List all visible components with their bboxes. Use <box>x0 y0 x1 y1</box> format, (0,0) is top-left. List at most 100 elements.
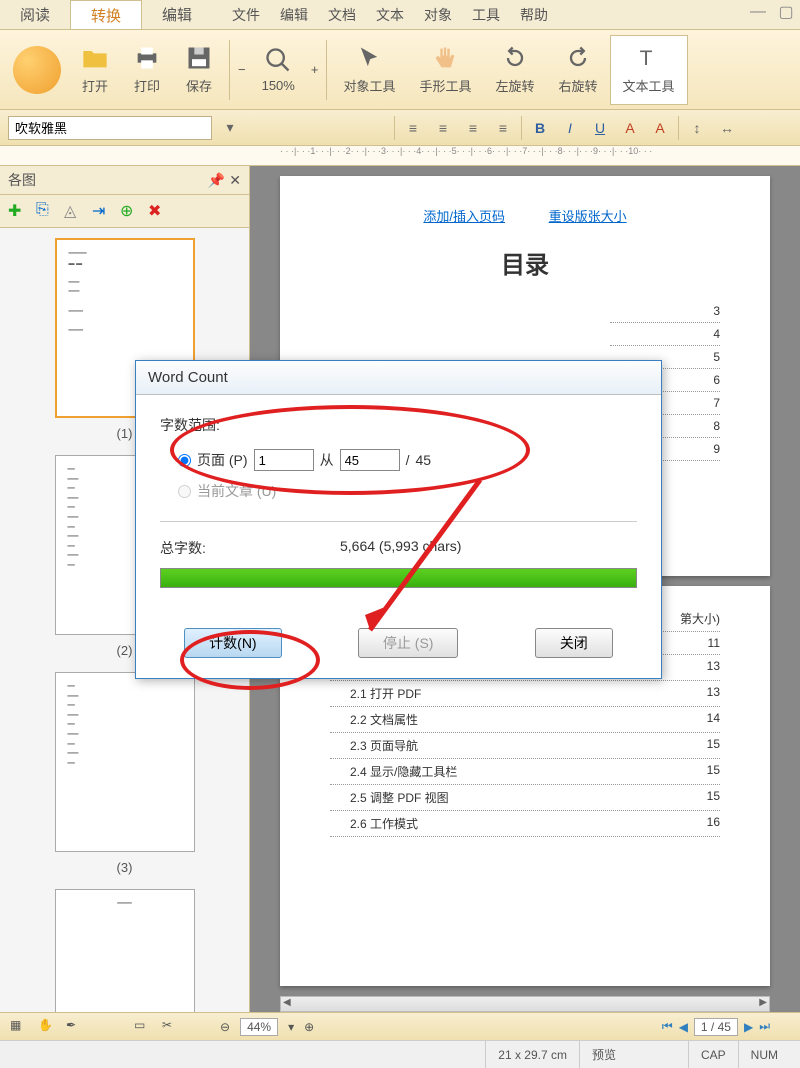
toc-num: 3 <box>610 300 720 323</box>
zoom-display[interactable]: 150% <box>250 35 307 105</box>
tab-read[interactable]: 阅读 <box>0 0 70 29</box>
page-size: 21 x 29.7 cm <box>485 1041 579 1068</box>
toc-line: 2.6 工作模式16 <box>330 811 720 837</box>
total-value: 5,664 (5,993 chars) <box>340 538 461 558</box>
save-button[interactable]: 保存 <box>173 35 225 105</box>
select-icon[interactable]: ▭ <box>134 1018 152 1036</box>
zoom-in-button[interactable]: + <box>307 58 323 81</box>
hand-icon[interactable]: ✋ <box>38 1018 56 1036</box>
close-icon[interactable]: ✕ <box>229 172 241 189</box>
from-input[interactable] <box>254 449 314 471</box>
stop-button: 停止 (S) <box>358 628 459 658</box>
toc-line: 2.3 页面导航15 <box>330 733 720 759</box>
bold-button[interactable]: B <box>528 116 552 140</box>
hand-icon <box>431 44 459 72</box>
export-icon[interactable]: ⇥ <box>92 201 112 221</box>
align-justify-icon[interactable]: ≡ <box>491 116 515 140</box>
subscript-button[interactable]: A <box>648 116 672 140</box>
menu-edit[interactable]: 编辑 <box>270 0 318 29</box>
toc-line: 2.5 调整 PDF 视图15 <box>330 785 720 811</box>
app-icon[interactable] <box>13 46 61 94</box>
folder-icon <box>81 44 109 72</box>
insert-icon[interactable]: ⊕ <box>120 201 140 221</box>
toc-line: 2.2 文档属性14 <box>330 707 720 733</box>
page-indicator[interactable]: 1 / 45 <box>694 1018 738 1036</box>
cursor-icon <box>355 44 383 72</box>
page-title: 目录 <box>330 245 720 280</box>
text-tool-button[interactable]: T 文本工具 <box>610 35 688 105</box>
menu-tools[interactable]: 工具 <box>462 0 510 29</box>
zoom-dropdown-icon[interactable]: ▾ <box>288 1020 294 1034</box>
open-button[interactable]: 打开 <box>69 35 121 105</box>
preview-label: 预览 <box>579 1041 628 1068</box>
next-page-icon[interactable]: ▶ <box>744 1020 753 1034</box>
snapshot-icon[interactable]: ✂ <box>162 1018 180 1036</box>
ruler: · · ·|· · ·1· · ·|· · ·2· · ·|· · ·3· · … <box>0 146 800 166</box>
rotate-right-button[interactable]: 右旋转 <box>546 35 609 105</box>
print-button[interactable]: 打印 <box>121 35 173 105</box>
count-button[interactable]: 计数(N) <box>184 628 281 658</box>
tab-edit[interactable]: 编辑 <box>142 0 212 29</box>
spacing-icon[interactable]: ↕ <box>685 116 709 140</box>
underline-button[interactable]: U <box>588 116 612 140</box>
to-input[interactable] <box>340 449 400 471</box>
rotate-right-icon <box>564 44 592 72</box>
rotate-left-button[interactable]: 左旋转 <box>483 35 546 105</box>
zoom-out-button[interactable]: − <box>234 58 250 81</box>
menu-help[interactable]: 帮助 <box>510 0 558 29</box>
italic-button[interactable]: I <box>558 116 582 140</box>
font-select[interactable] <box>8 116 212 140</box>
horizontal-scrollbar[interactable] <box>280 996 770 1012</box>
last-page-icon[interactable]: ⏭ <box>759 1019 770 1034</box>
extract-icon[interactable]: ◬ <box>64 201 84 221</box>
progress-bar <box>160 568 637 588</box>
save-icon <box>185 44 213 72</box>
top-tabs: 阅读 转换 编辑 文件 编辑 文档 文本 对象 工具 帮助 — ▢ <box>0 0 800 30</box>
align-center-icon[interactable]: ≡ <box>431 116 455 140</box>
minimize-button[interactable]: — <box>744 0 772 24</box>
link-add-page[interactable]: 添加/插入页码 <box>423 209 505 224</box>
add-icon[interactable]: ✚ <box>8 201 28 221</box>
main-toolbar: 打开 打印 保存 − 150% + 对象工具 手形工具 左旋转 右旋转 T 文本… <box>0 30 800 110</box>
bottom-toolbar: ▦ ✋ ✒ ▭ ✂ ⊖ 44% ▾ ⊕ ⏮ ◀ 1 / 45 ▶ ⏭ <box>0 1012 800 1040</box>
align-right-icon[interactable]: ≡ <box>461 116 485 140</box>
panel-title: 各图 <box>8 170 36 190</box>
cap-indicator: CAP <box>688 1041 738 1068</box>
align-left-icon[interactable]: ≡ <box>401 116 425 140</box>
status-bar: 21 x 29.7 cm 预览 CAP NUM <box>0 1040 800 1068</box>
zoom-in-icon[interactable]: ⊕ <box>304 1020 314 1034</box>
object-tool-button[interactable]: 对象工具 <box>331 35 407 105</box>
menu-doc[interactable]: 文档 <box>318 0 366 29</box>
menu-file[interactable]: 文件 <box>222 0 270 29</box>
zoom-out-icon[interactable]: ⊖ <box>220 1020 230 1034</box>
total-pages: 45 <box>415 452 431 468</box>
menu-text[interactable]: 文本 <box>366 0 414 29</box>
tab-convert[interactable]: 转换 <box>70 0 142 29</box>
maximize-button[interactable]: ▢ <box>772 0 800 24</box>
toc-line: 2.4 显示/隐藏工具栏15 <box>330 759 720 785</box>
zoom-value[interactable]: 44% <box>240 1018 278 1036</box>
superscript-button[interactable]: A <box>618 116 642 140</box>
pin-icon[interactable]: 📌 <box>208 172 225 189</box>
close-button[interactable]: 关闭 <box>535 628 613 658</box>
menu-object[interactable]: 对象 <box>414 0 462 29</box>
range-label: 字数范围: <box>160 415 637 435</box>
copy-icon[interactable]: ⎘ <box>36 201 56 221</box>
current-radio-label: 当前文章 (U) <box>197 481 276 501</box>
link-resize[interactable]: 重设版张大小 <box>549 209 627 224</box>
font-dropdown-icon[interactable]: ▾ <box>218 116 242 140</box>
first-page-icon[interactable]: ⏮ <box>662 1019 673 1034</box>
format-bar: ▾ ≡ ≡ ≡ ≡ B I U A A ↕ ↔ <box>0 110 800 146</box>
spacing2-icon[interactable]: ↔ <box>715 116 739 140</box>
page-radio[interactable] <box>178 454 191 467</box>
thumb-label-3: (3) <box>10 860 239 875</box>
pen-icon[interactable]: ✒ <box>66 1018 84 1036</box>
hand-tool-button[interactable]: 手形工具 <box>407 35 483 105</box>
delete-icon[interactable]: ✖ <box>148 201 168 221</box>
current-radio <box>178 485 191 498</box>
prev-page-icon[interactable]: ◀ <box>679 1020 688 1034</box>
toc-num: 4 <box>610 323 720 346</box>
thumb-view-icon[interactable]: ▦ <box>10 1018 28 1036</box>
thumbnail-3[interactable]: ━━━━━━━━━━━━━━━━━━━━━━ <box>55 672 195 852</box>
total-label: 总字数: <box>160 538 340 558</box>
